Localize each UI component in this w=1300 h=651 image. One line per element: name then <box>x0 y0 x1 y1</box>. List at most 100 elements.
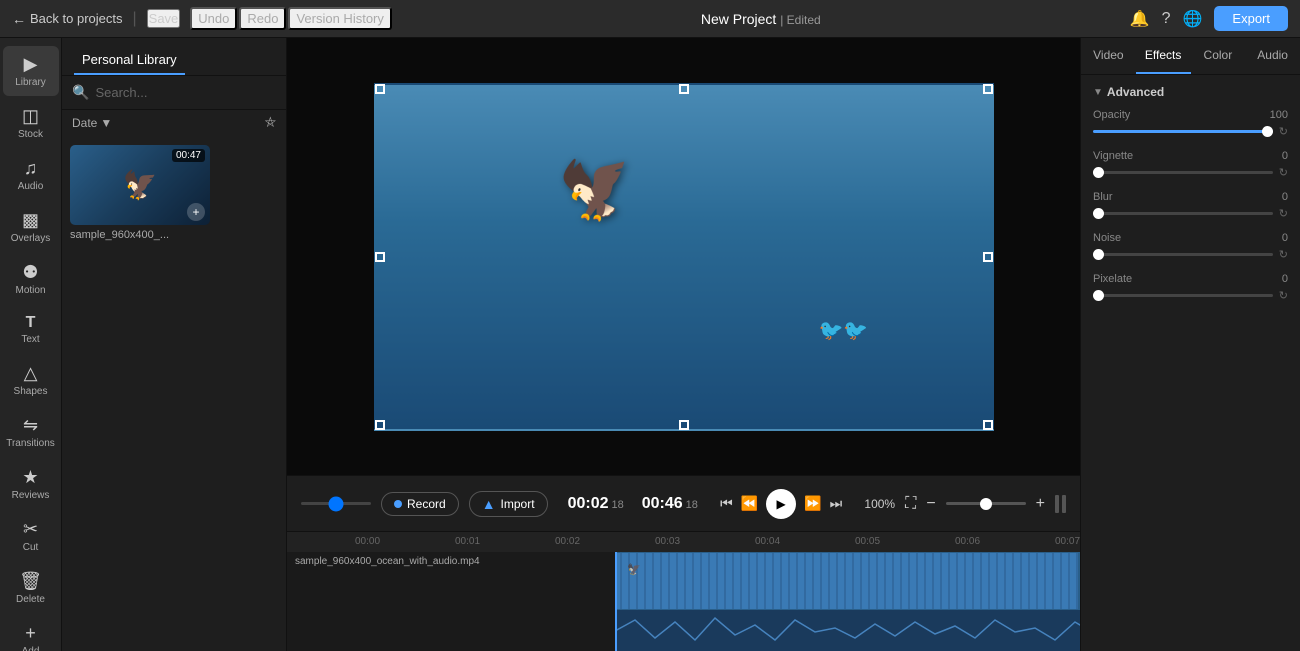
handle-bottom-left[interactable] <box>375 420 385 430</box>
sidebar-item-transitions[interactable]: ⇋ Transitions <box>3 407 59 457</box>
sidebar-item-library[interactable]: ▶ Library <box>3 46 59 96</box>
audio-icon: ♫ <box>24 158 38 179</box>
time-current: 00:02 <box>568 495 609 513</box>
handle-right-middle[interactable] <box>983 252 993 262</box>
center-area: 🦅 🐦🐦 Record <box>287 38 1080 651</box>
save-button[interactable]: Save <box>147 9 181 28</box>
export-button[interactable]: Export <box>1214 6 1288 31</box>
noise-slider[interactable] <box>1093 253 1273 256</box>
sidebar-item-shapes[interactable]: △ Shapes <box>3 355 59 405</box>
sidebar-item-cut[interactable]: ✂ Cut <box>3 511 59 561</box>
vignette-slider[interactable] <box>1093 171 1273 174</box>
pixelate-label: Pixelate <box>1093 273 1132 285</box>
language-icon[interactable]: 🌐 <box>1183 9 1203 29</box>
handle-top-right[interactable] <box>983 84 993 94</box>
sidebar-item-motion[interactable]: ⚉ Motion <box>3 254 59 304</box>
noise-label-row: Noise 0 <box>1093 232 1288 244</box>
thumb-add-button[interactable]: + <box>187 203 205 221</box>
handle-bottom-middle[interactable] <box>679 420 689 430</box>
tab-effects[interactable]: Effects <box>1136 38 1191 74</box>
fullscreen-button[interactable]: ⛶ <box>905 495 916 513</box>
zoom-out-button[interactable]: − <box>926 495 935 513</box>
version-history-button[interactable]: Version History <box>288 7 391 30</box>
import-button[interactable]: ▲ Import <box>469 491 548 517</box>
handle-top-left[interactable] <box>375 84 385 94</box>
ruler-tick-6: 00:06 <box>955 536 980 547</box>
project-name: New Project <box>701 11 776 27</box>
vignette-reset-icon[interactable]: ↻ <box>1279 166 1288 179</box>
record-button[interactable]: Record <box>381 492 459 516</box>
redo-button[interactable]: Redo <box>239 7 286 30</box>
video-track-waveform: 🦅 <box>617 553 1078 609</box>
handle-left-middle[interactable] <box>375 252 385 262</box>
tab-audio[interactable]: Audio <box>1245 38 1300 74</box>
pixelate-label-row: Pixelate 0 <box>1093 273 1288 285</box>
undo-button[interactable]: Undo <box>190 7 237 30</box>
back-button[interactable]: ← Back to projects <box>12 11 123 27</box>
video-track[interactable]: 🦅 <box>615 552 1080 610</box>
handle-top-middle[interactable] <box>679 84 689 94</box>
tab-video[interactable]: Video <box>1081 38 1136 74</box>
overlays-icon: ▩ <box>22 210 39 231</box>
pixelate-row: Pixelate 0 ↻ <box>1093 273 1288 302</box>
pause-bar-2 <box>1062 495 1066 513</box>
sidebar-item-audio[interactable]: ♫ Audio <box>3 150 59 200</box>
sidebar-label-delete: Delete <box>16 594 45 605</box>
skip-to-start-button[interactable]: ⏮ <box>720 495 733 512</box>
zoom-slider-wrap <box>946 502 1026 505</box>
blur-slider[interactable] <box>1093 212 1273 215</box>
library-icon: ▶ <box>24 54 38 75</box>
personal-library-tab[interactable]: Personal Library <box>74 46 185 75</box>
tab-video-label: Video <box>1093 48 1123 62</box>
sidebar-label-shapes: Shapes <box>14 386 48 397</box>
play-button[interactable]: ▶ <box>766 489 796 519</box>
skip-to-end-button[interactable]: ⏭ <box>830 495 843 512</box>
project-title: New Project | Edited <box>400 11 1122 27</box>
noise-slider-wrap: ↻ <box>1093 248 1288 261</box>
pixelate-slider-wrap: ↻ <box>1093 289 1288 302</box>
handle-bottom-right[interactable] <box>983 420 993 430</box>
date-chevron-icon: ▼ <box>100 116 112 130</box>
sidebar-label-text: Text <box>21 334 39 345</box>
zoom-slider[interactable] <box>946 502 1026 505</box>
sidebar-item-add-track[interactable]: + Add Track <box>3 615 59 651</box>
reviews-icon: ★ <box>22 467 38 488</box>
tab-color-label: Color <box>1204 48 1233 62</box>
svg-text:🦅: 🦅 <box>627 562 641 576</box>
video-preview: 🦅 🐦🐦 <box>287 38 1080 475</box>
sidebar-item-delete[interactable]: 🗑 Delete <box>3 563 59 613</box>
motion-icon: ⚉ <box>22 262 38 283</box>
pixelate-value: 0 <box>1282 273 1288 285</box>
pixelate-reset-icon[interactable]: ↻ <box>1279 289 1288 302</box>
notifications-icon[interactable]: 🔔 <box>1130 9 1150 29</box>
top-bar-right: 🔔 ? 🌐 Export <box>1130 6 1288 31</box>
help-icon[interactable]: ? <box>1162 10 1171 28</box>
media-thumb[interactable]: 🦅 00:47 + sample_960x400_... <box>70 145 210 241</box>
library-panel: Personal Library 🔍 Date ▼ ⛤ 🦅 00:47 + sa… <box>62 38 287 651</box>
search-input[interactable] <box>95 85 276 100</box>
advanced-section-header[interactable]: ▼ Advanced <box>1093 85 1288 99</box>
sidebar-item-overlays[interactable]: ▩ Overlays <box>3 202 59 252</box>
panel-tabs: Video Effects Color Audio <box>1081 38 1300 75</box>
sidebar-item-reviews[interactable]: ★ Reviews <box>3 459 59 509</box>
sidebar-label-cut: Cut <box>23 542 39 553</box>
playhead[interactable] <box>615 552 617 651</box>
audio-track[interactable] <box>615 610 1080 651</box>
sidebar-item-stock[interactable]: ◫ Stock <box>3 98 59 148</box>
timeline-scrub-mini[interactable] <box>301 502 371 505</box>
opacity-value: 100 <box>1270 109 1288 121</box>
filter-icon[interactable]: ⛤ <box>265 114 276 131</box>
tab-color[interactable]: Color <box>1191 38 1246 74</box>
noise-reset-icon[interactable]: ↻ <box>1279 248 1288 261</box>
pixelate-slider[interactable] <box>1093 294 1273 297</box>
thumb-image: 🦅 00:47 + <box>70 145 210 225</box>
opacity-slider[interactable] <box>1093 130 1273 133</box>
rewind-button[interactable]: ⏪ <box>741 495 758 512</box>
blur-reset-icon[interactable]: ↻ <box>1279 207 1288 220</box>
zoom-in-button[interactable]: + <box>1036 495 1045 513</box>
fast-forward-button[interactable]: ⏩ <box>804 495 821 512</box>
sidebar-item-text[interactable]: T Text <box>3 306 59 353</box>
date-filter[interactable]: Date ▼ <box>72 116 112 130</box>
sidebar-label-audio: Audio <box>18 181 44 192</box>
opacity-reset-icon[interactable]: ↻ <box>1279 125 1288 138</box>
